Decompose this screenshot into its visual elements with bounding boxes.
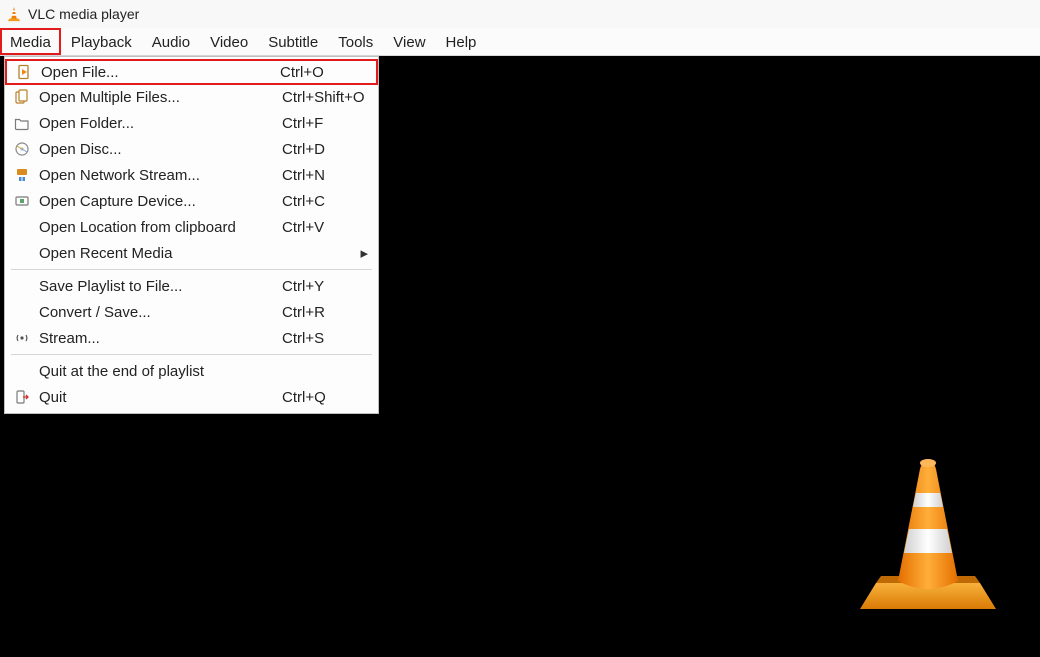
menu-open-file[interactable]: Open File... Ctrl+O <box>5 59 378 85</box>
submenu-arrow-icon: ▸ <box>356 244 368 262</box>
menu-separator <box>11 269 372 270</box>
capture-icon <box>11 193 33 209</box>
menu-playback[interactable]: Playback <box>61 28 142 55</box>
menu-subtitle[interactable]: Subtitle <box>258 28 328 55</box>
vlc-cone-logo <box>858 453 998 613</box>
title-bar: VLC media player <box>0 0 1040 28</box>
menu-item-label: Quit <box>33 389 272 406</box>
menu-item-label: Quit at the end of playlist <box>33 363 272 380</box>
menu-item-label: Open Folder... <box>33 115 272 132</box>
menu-item-shortcut: Ctrl+V <box>272 219 368 236</box>
file-icon <box>13 64 35 80</box>
menu-item-shortcut: Ctrl+D <box>272 141 368 158</box>
menu-item-label: Stream... <box>33 330 272 347</box>
menu-item-label: Open Location from clipboard <box>33 219 272 236</box>
menu-open-disc[interactable]: Open Disc... Ctrl+D <box>5 136 378 162</box>
menu-open-recent-media[interactable]: Open Recent Media ▸ <box>5 240 378 266</box>
network-icon <box>11 167 33 183</box>
menu-item-shortcut: Ctrl+C <box>272 193 368 210</box>
menu-open-multiple-files[interactable]: Open Multiple Files... Ctrl+Shift+O <box>5 84 378 110</box>
menu-audio[interactable]: Audio <box>142 28 200 55</box>
window-title: VLC media player <box>28 6 139 22</box>
menu-item-label: Open File... <box>35 64 270 81</box>
menu-convert-save[interactable]: Convert / Save... Ctrl+R <box>5 299 378 325</box>
menu-bar: Media Playback Audio Video Subtitle Tool… <box>0 28 1040 56</box>
menu-open-location-clipboard[interactable]: Open Location from clipboard Ctrl+V <box>5 214 378 240</box>
menu-item-label: Open Disc... <box>33 141 272 158</box>
menu-help[interactable]: Help <box>436 28 487 55</box>
menu-quit[interactable]: Quit Ctrl+Q <box>5 384 378 410</box>
menu-item-shortcut: Ctrl+R <box>272 304 368 321</box>
menu-item-shortcut: Ctrl+N <box>272 167 368 184</box>
menu-item-label: Convert / Save... <box>33 304 272 321</box>
menu-tools[interactable]: Tools <box>328 28 383 55</box>
disc-icon <box>11 141 33 157</box>
menu-item-shortcut: Ctrl+Shift+O <box>272 89 368 106</box>
menu-item-shortcut: Ctrl+Y <box>272 278 368 295</box>
menu-stream[interactable]: Stream... Ctrl+S <box>5 325 378 351</box>
menu-save-playlist[interactable]: Save Playlist to File... Ctrl+Y <box>5 273 378 299</box>
menu-item-label: Open Recent Media <box>33 245 260 262</box>
menu-separator <box>11 354 372 355</box>
menu-video[interactable]: Video <box>200 28 258 55</box>
quit-icon <box>11 389 33 405</box>
menu-media[interactable]: Media <box>0 28 61 55</box>
menu-view[interactable]: View <box>383 28 435 55</box>
media-dropdown: Open File... Ctrl+O Open Multiple Files.… <box>4 56 379 414</box>
menu-open-network-stream[interactable]: Open Network Stream... Ctrl+N <box>5 162 378 188</box>
menu-item-shortcut: Ctrl+F <box>272 115 368 132</box>
menu-quit-end-playlist[interactable]: Quit at the end of playlist <box>5 358 378 384</box>
stream-icon <box>11 330 33 346</box>
menu-open-folder[interactable]: Open Folder... Ctrl+F <box>5 110 378 136</box>
files-icon <box>11 89 33 105</box>
menu-item-label: Save Playlist to File... <box>33 278 272 295</box>
menu-item-label: Open Network Stream... <box>33 167 272 184</box>
menu-item-shortcut: Ctrl+Q <box>272 389 368 406</box>
menu-item-label: Open Capture Device... <box>33 193 272 210</box>
menu-open-capture-device[interactable]: Open Capture Device... Ctrl+C <box>5 188 378 214</box>
menu-item-shortcut: Ctrl+S <box>272 330 368 347</box>
vlc-cone-icon <box>6 6 22 22</box>
folder-icon <box>11 115 33 131</box>
menu-item-shortcut: Ctrl+O <box>270 64 366 81</box>
menu-item-label: Open Multiple Files... <box>33 89 272 106</box>
